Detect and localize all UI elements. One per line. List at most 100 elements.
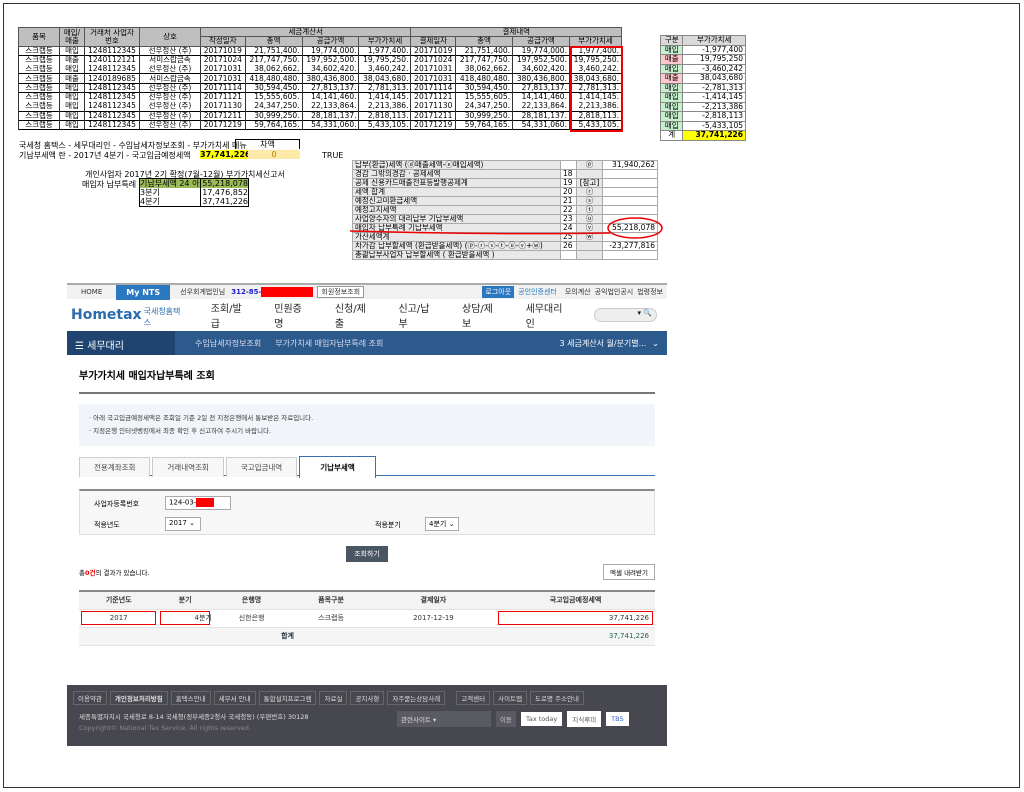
breadcrumb-right[interactable]: 3 세금계산서 월/분기별... <box>560 338 647 349</box>
footer-link[interactable]: 이용약관 <box>73 691 107 705</box>
tab-account[interactable]: 전용계좌조회 <box>79 457 151 477</box>
go-button[interactable]: 이동 <box>496 711 516 727</box>
footer-link[interactable]: 사이트맵 <box>493 691 528 705</box>
menu-consult[interactable]: 상담/제보 <box>462 300 498 330</box>
cell-pay-date: 20171130 <box>410 102 457 112</box>
cell-pay-supply: 28,181,137. <box>512 110 570 121</box>
total-label: 계 <box>659 130 684 141</box>
top-link[interactable]: 공익법인공시 <box>595 287 634 297</box>
col-vat: 부가가치세 <box>358 36 412 47</box>
footer-link[interactable]: 자주묻는상담사례 <box>387 691 446 705</box>
report-row-label: 기납부세액 24 아 <box>139 178 202 188</box>
top-link[interactable]: 모의계산 <box>565 287 591 297</box>
quarter-select[interactable]: 4분기 ⌄ <box>425 517 459 531</box>
cell-pay-date: 20171114 <box>410 82 457 93</box>
cert-center-link[interactable]: 공인인증센터 <box>518 287 557 297</box>
cell-total: 24,347,250. <box>244 102 303 112</box>
cell-pay-total: 418,480,480. <box>455 73 514 84</box>
footer-link[interactable]: 도로명 주소안내 <box>530 691 584 705</box>
chevron-down-icon[interactable]: ⌄ <box>652 339 659 348</box>
menu-report[interactable]: 신고/납부 <box>398 300 434 330</box>
footer-link[interactable]: 개인정보처리방침 <box>109 691 168 705</box>
menu-inquiry[interactable]: 조회/발급 <box>211 300 247 330</box>
cell-supply: 27,813,137. <box>301 82 360 93</box>
cell-date: 20171130 <box>200 102 246 112</box>
cell-vat: 38,043,680. <box>358 73 412 84</box>
cell-item: 스크랩등 <box>18 73 60 84</box>
cell-biz-no: 1248112345 <box>84 119 140 130</box>
banner-link[interactable]: 지식루미 <box>567 711 602 727</box>
red-annotation <box>350 217 663 239</box>
table-row: 매입 -1,414,145 <box>659 92 746 103</box>
cell-pay-date: 20171019 <box>410 45 457 56</box>
hometax-logo[interactable]: Hometax <box>71 307 142 323</box>
cell-total: 418,480,480. <box>244 73 303 84</box>
prepaid-value: 37,741,226 <box>200 150 251 159</box>
breadcrumb-home[interactable]: ☰ 세무대리 <box>67 331 175 355</box>
cell-supply: 380,436,800. <box>301 73 360 84</box>
page-title: 부가가치세 매입자납부특례 조회 <box>79 367 655 394</box>
cell-vat: 19,795,250 <box>682 54 746 65</box>
table-row: 스크랩등 매입 1248112345 선우정산 (주) 20171031 38,062,6… <box>18 64 623 74</box>
diff-label: 차액 <box>235 139 300 149</box>
banner-link[interactable]: Tax today <box>520 712 563 726</box>
mynts-tab[interactable]: My NTS <box>116 284 171 300</box>
total-label: 합계 <box>79 627 497 646</box>
cell-biz-no: 1248112345 <box>84 102 140 112</box>
total-value: 37,741,226 <box>682 130 746 141</box>
cell-supply: 22,133,864. <box>301 102 360 112</box>
footer-link[interactable]: 자료실 <box>319 691 348 705</box>
menu-certificate[interactable]: 민원증명 <box>274 300 307 330</box>
menu-apply[interactable]: 신청/제출 <box>335 300 371 330</box>
cell-pay-supply: 34,602,420. <box>512 64 570 74</box>
menu-agent[interactable]: 세무대리인 <box>526 300 567 330</box>
cell-vat: 2,781,313. <box>358 82 412 93</box>
col-quarter: 분기 <box>158 590 212 610</box>
related-sites-select[interactable]: 관련사이트 ▾ <box>397 711 491 727</box>
member-info-button[interactable]: 회원정보조회 <box>317 286 365 298</box>
footer-link[interactable]: 통합설치프로그램 <box>258 691 317 705</box>
footer-link[interactable]: 세무서 안내 <box>213 691 256 705</box>
banner-link[interactable]: TBS <box>606 712 629 726</box>
breadcrumb-step1[interactable]: 수임납세자정보조회 <box>195 338 261 349</box>
col-pay-total: 총액 <box>455 36 514 47</box>
cell-type: 매입 <box>659 82 684 93</box>
footer-link[interactable]: 홈택스안내 <box>170 691 211 705</box>
total-value: 37,741,226 <box>496 627 655 646</box>
search-input[interactable]: ▾ 🔍 <box>594 308 658 322</box>
biz-no-input[interactable]: 124-03- <box>165 496 231 510</box>
cell-total: 30,594,450. <box>244 82 303 93</box>
form-mark: ⓟ <box>575 160 604 170</box>
vat-summary-table: 구분 부가가치세 매입 -1,977,400 매출 19,795,250 매입 -3,460… <box>659 35 746 141</box>
check-value: TRUE <box>322 151 344 160</box>
cell-vat: -2,818,113 <box>682 111 746 122</box>
year-label: 적용년도 <box>94 521 120 529</box>
excel-download-button[interactable]: 엑셀 내려받기 <box>603 564 655 580</box>
search-button[interactable]: 조회하기 <box>346 546 388 562</box>
info-box: · 아래 국고입금예정세액은 조회일 기준 2일 전 지정은행에서 통보받은 자… <box>79 404 655 446</box>
hometax-window: HOME My NTS 선우회계법인님 312-85- 회원정보조회 로그아웃 … <box>67 283 667 746</box>
cell-date: 20171031 <box>200 73 246 84</box>
year-select[interactable]: 2017 ⌄ <box>165 517 201 531</box>
cell-total: 59,764,165. <box>244 119 303 130</box>
logo-subtitle: 국세청홈택스 <box>143 307 181 327</box>
col-total: 총액 <box>244 36 303 47</box>
top-link[interactable]: 법령정보 <box>637 287 663 297</box>
cell-type: 매입 <box>59 82 85 93</box>
cell-type: 매출 <box>659 73 684 84</box>
cell-pay-total: 59,764,165. <box>455 119 514 130</box>
cell-amount: 37,741,226 <box>496 609 655 628</box>
table-row: 매입 -2,213,386 <box>659 101 746 112</box>
tab-prepaid-tax[interactable]: 기납부세액 <box>299 456 376 478</box>
footer-link[interactable]: 고객센터 <box>456 691 491 705</box>
home-link[interactable]: HOME <box>67 288 116 296</box>
breadcrumb-step2[interactable]: 부가가치세 매입자납부특례 조회 <box>275 338 383 349</box>
cell-vat: 1,977,400. <box>358 45 412 56</box>
tab-transactions[interactable]: 거래내역조회 <box>152 457 224 477</box>
footer-link[interactable]: 공지사항 <box>350 691 385 705</box>
col-date: 작성일자 <box>200 36 246 47</box>
logout-button[interactable]: 로그아웃 <box>482 286 515 298</box>
tab-treasury[interactable]: 국고입금내역 <box>225 457 298 477</box>
cell-pay-date: 20171031 <box>410 73 457 84</box>
table-row: 매출 38,043,680 <box>659 73 746 84</box>
